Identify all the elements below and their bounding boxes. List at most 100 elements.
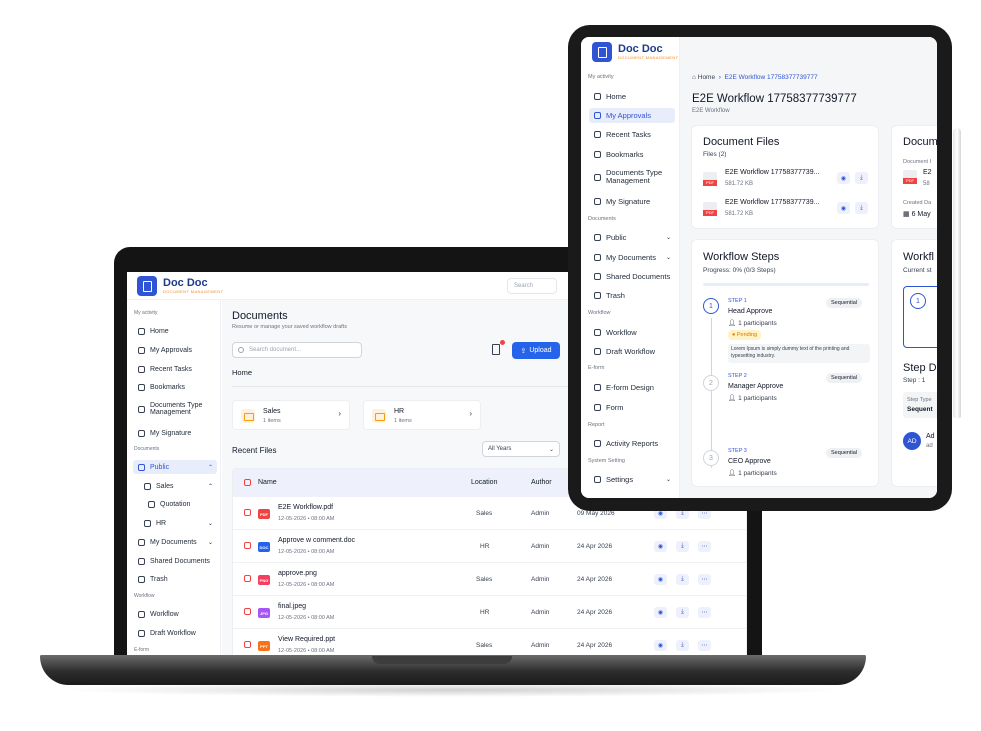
file-name[interactable]: Approve w comment.doc xyxy=(278,537,355,544)
files-count: Files (2) xyxy=(703,151,727,158)
file-name[interactable]: E2E Workflow 17758377739... xyxy=(725,169,819,176)
more-icon[interactable]: ⋯ xyxy=(698,640,711,651)
download-icon[interactable]: ⤓ xyxy=(676,574,689,585)
detail-value-size: 58 xyxy=(923,181,930,187)
file-name[interactable]: View Required.ppt xyxy=(278,636,335,643)
sidebar-item-documents-type[interactable]: Documents Type Management xyxy=(133,399,217,419)
sidebar-item-my-approvals[interactable]: My Approvals xyxy=(133,343,217,357)
breadcrumb-current[interactable]: E2E Workflow 17758377739777 xyxy=(725,74,818,81)
calendar-icon: ▦ xyxy=(903,211,912,218)
section-eform: E-form xyxy=(588,365,605,371)
sidebar-item-activity-reports[interactable]: Activity Reports xyxy=(589,436,675,451)
sidebar-item-my-documents[interactable]: My Documents ⌄ xyxy=(133,535,217,549)
file-name[interactable]: approve.png xyxy=(278,570,317,577)
download-icon[interactable]: ⤓ xyxy=(676,640,689,651)
sidebar-item-documents-type[interactable]: Documents Type Management xyxy=(589,167,675,187)
sidebar-item-draft-workflow[interactable]: Draft Workflow xyxy=(589,344,675,359)
file-name[interactable]: final.jpeg xyxy=(278,603,306,610)
column-name[interactable]: Name xyxy=(258,479,277,486)
table-row[interactable]: PPT View Required.ppt 12-05-2026 • 08:00… xyxy=(233,629,746,656)
sidebar-item-eform-design[interactable]: E-form Design xyxy=(589,380,675,395)
search-document-input[interactable]: Search document... xyxy=(232,342,362,358)
logo[interactable]: Doc Doc DOCUMENT MANAGEMENT xyxy=(137,276,223,296)
download-icon[interactable]: ⤓ xyxy=(676,607,689,618)
download-icon[interactable]: ⤓ xyxy=(676,541,689,552)
document-files-card: Document Files Files (2) PDF E2E Workflo… xyxy=(691,125,879,229)
sidebar-item-settings[interactable]: Settings ⌄ xyxy=(589,472,675,487)
document-icon[interactable] xyxy=(492,344,500,355)
search-input[interactable]: Search xyxy=(507,278,557,294)
breadcrumb-home[interactable]: Home xyxy=(698,74,715,81)
eye-icon[interactable]: ◉ xyxy=(654,541,667,552)
file-name[interactable]: E2E Workflow 17758377739... xyxy=(725,199,819,206)
folder-icon xyxy=(148,500,155,508)
sidebar-item-public[interactable]: Public ⌃ xyxy=(133,460,217,474)
sidebar-item-my-signature[interactable]: My Signature xyxy=(133,426,217,440)
sidebar-item-my-documents[interactable]: My Documents ⌄ xyxy=(589,250,675,265)
sidebar-item-home[interactable]: Home xyxy=(589,89,675,104)
row-checkbox[interactable] xyxy=(244,641,251,648)
sidebar-item-quotation[interactable]: Quotation xyxy=(143,497,217,511)
select-all-checkbox[interactable] xyxy=(244,479,251,486)
current-step-box[interactable]: 1 xyxy=(903,286,937,348)
year-filter-select[interactable]: All Years ⌄ xyxy=(482,441,560,457)
eye-icon[interactable]: ◉ xyxy=(654,607,667,618)
row-checkbox[interactable] xyxy=(244,542,251,549)
sidebar-item-recent-tasks[interactable]: Recent Tasks xyxy=(133,362,217,376)
card-title: Workfl xyxy=(903,251,934,263)
chevron-right-icon: › xyxy=(469,409,472,418)
column-location[interactable]: Location xyxy=(471,479,497,486)
eye-icon[interactable]: ◉ xyxy=(837,202,850,214)
sidebar-item-workflow[interactable]: Workflow xyxy=(589,325,675,340)
file-author: Admin xyxy=(531,543,550,550)
sidebar-item-bookmarks[interactable]: Bookmarks xyxy=(133,380,217,394)
sidebar-item-recent-tasks[interactable]: Recent Tasks xyxy=(589,127,675,142)
eye-icon[interactable]: ◉ xyxy=(837,172,850,184)
user-icon: 👤︎ xyxy=(728,470,739,477)
sidebar-item-home[interactable]: Home xyxy=(133,324,217,338)
card-title: Docum xyxy=(903,136,937,148)
download-icon[interactable]: ⤓ xyxy=(855,202,868,214)
breadcrumb[interactable]: Home xyxy=(232,368,252,377)
more-icon[interactable]: ⋯ xyxy=(698,574,711,585)
folder-card-hr[interactable]: HR 1 items › xyxy=(363,400,481,430)
sidebar-item-trash[interactable]: Trash xyxy=(133,572,217,586)
upload-button[interactable]: ⇪ Upload xyxy=(512,342,560,359)
download-icon[interactable]: ⤓ xyxy=(855,172,868,184)
pdf-file-icon: PDF xyxy=(703,202,717,216)
sidebar-item-my-signature[interactable]: My Signature xyxy=(589,194,675,209)
table-row[interactable]: DOC Approve w comment.doc 12-05-2026 • 0… xyxy=(233,530,746,563)
sidebar-item-shared-documents[interactable]: Shared Documents xyxy=(133,554,217,568)
sidebar-item-form[interactable]: Form xyxy=(589,400,675,415)
document-type-icon xyxy=(594,173,601,181)
row-checkbox[interactable] xyxy=(244,608,251,615)
column-author[interactable]: Author xyxy=(531,479,552,486)
sidebar-item-workflow[interactable]: Workflow xyxy=(133,607,217,621)
signature-icon xyxy=(594,198,601,205)
step-type-box: Step Type Sequent xyxy=(903,392,937,418)
sidebar-item-public[interactable]: Public ⌄ xyxy=(589,230,675,245)
step-participants: 👤︎ 1 participants xyxy=(728,320,777,327)
more-icon[interactable]: ⋯ xyxy=(698,541,711,552)
sidebar-item-hr[interactable]: HR ⌄ xyxy=(139,516,217,530)
row-checkbox[interactable] xyxy=(244,509,251,516)
sidebar-item-draft-workflow[interactable]: Draft Workflow xyxy=(133,626,217,640)
more-icon[interactable]: ⋯ xyxy=(698,607,711,618)
table-row[interactable]: JPG final.jpeg 12-05-2026 • 08:00 AM HR … xyxy=(233,596,746,629)
sidebar-item-trash[interactable]: Trash xyxy=(589,288,675,303)
row-checkbox[interactable] xyxy=(244,575,251,582)
sidebar-item-sales[interactable]: Sales ⌃ xyxy=(139,479,217,493)
sidebar-item-my-approvals[interactable]: My Approvals xyxy=(589,108,675,123)
sidebar-item-shared-documents[interactable]: Shared Documents xyxy=(589,269,675,284)
user-icon: 👤︎ xyxy=(728,395,739,402)
share-icon xyxy=(138,557,145,565)
eye-icon[interactable]: ◉ xyxy=(654,640,667,651)
file-name[interactable]: E2E Workflow.pdf xyxy=(278,504,333,511)
logo[interactable]: Doc Doc DOCUMENT MANAGEMENT xyxy=(592,42,678,62)
eye-icon[interactable]: ◉ xyxy=(654,574,667,585)
search-document-placeholder: Search document... xyxy=(249,347,302,353)
sidebar-item-bookmarks[interactable]: Bookmarks xyxy=(589,147,675,162)
folder-card-sales[interactable]: Sales 1 items › xyxy=(232,400,350,430)
table-row[interactable]: PNG approve.png 12-05-2026 • 08:00 AM Sa… xyxy=(233,563,746,596)
trash-icon xyxy=(594,292,601,299)
